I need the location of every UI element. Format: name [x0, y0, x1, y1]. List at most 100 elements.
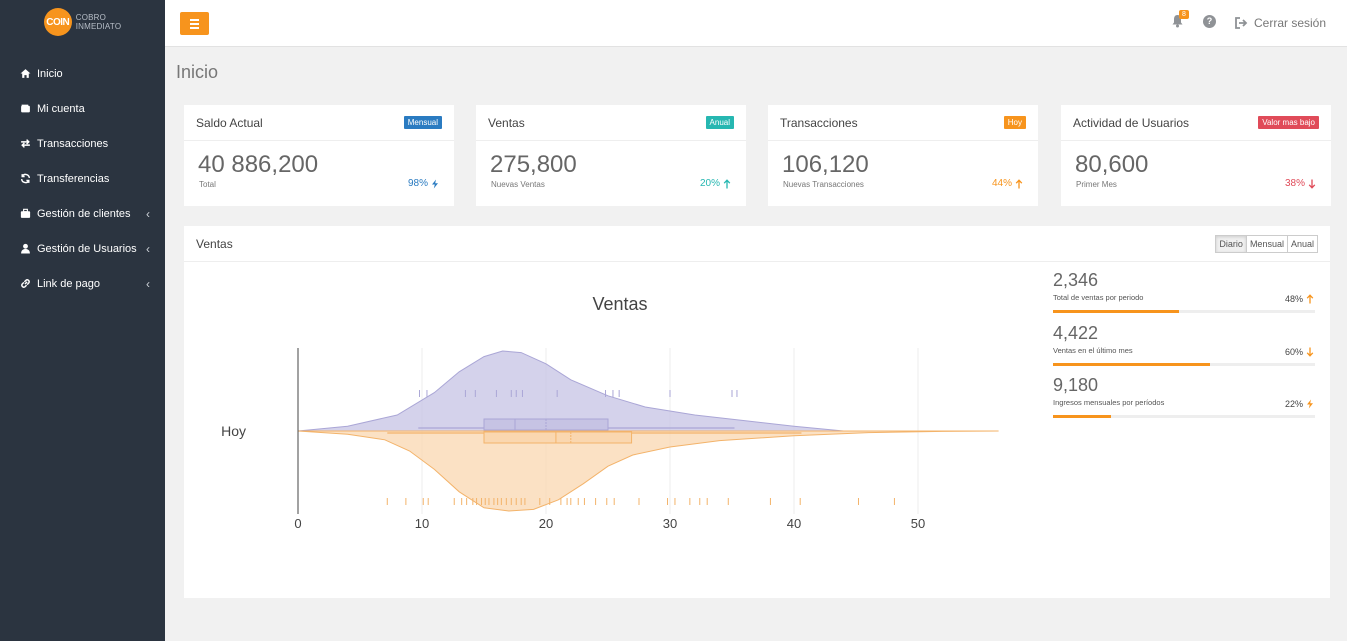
sidebar-item-gestion-de-usuarios[interactable]: Gestión de Usuarios ‹ — [0, 231, 165, 266]
stat-progress-fill — [1053, 362, 1211, 366]
stat-label: Ingresos mensuales por períodos — [1053, 398, 1165, 407]
topbar: 8 ? Cerrar sesión — [165, 0, 1347, 47]
exchange-icon — [20, 139, 30, 148]
card-subtitle: Total — [199, 180, 216, 189]
briefcase-icon — [20, 208, 30, 218]
category-label: Hoy — [221, 423, 246, 439]
stat-card: Saldo Actual Mensual 40 886,200 Total 98… — [184, 105, 454, 206]
chart-title: Ventas — [592, 294, 647, 314]
x-tick-label: 50 — [911, 516, 925, 531]
arrow-up-icon — [723, 178, 731, 188]
logo-text: Cobro Inmediato — [76, 13, 122, 31]
logo-line-1: Cobro — [75, 13, 107, 22]
sidebar-item-label: Inicio — [37, 67, 63, 80]
stat-percent: 22% — [1285, 399, 1315, 409]
stat-value: 9,180 — [1053, 375, 1099, 395]
card-percent: 98% — [408, 178, 440, 189]
period-tabs: Diario Mensual Anual — [1215, 234, 1318, 253]
violin-chart-svg: Ventas Hoy 0 10 20 30 40 50 — [221, 294, 999, 531]
logo-line-2: Inmediato — [75, 22, 122, 31]
card-percent-value: 44% — [991, 178, 1012, 189]
sidebar: COIN Cobro Inmediato Inicio Mi cuenta Tran… — [0, 0, 165, 641]
link-icon — [19, 278, 31, 290]
sales-stat: 4,422 Ventas en el último mes 60% — [1053, 323, 1315, 376]
sidebar-item-label: Gestión de clientes — [37, 207, 131, 220]
user-icon — [19, 243, 31, 255]
chevron-left-icon: ‹ — [146, 277, 150, 291]
stat-progress-bar — [1053, 362, 1315, 366]
user-icon — [20, 243, 30, 254]
tab-anual[interactable]: Anual — [1286, 234, 1318, 253]
tab-mensual[interactable]: Mensual — [1245, 234, 1288, 253]
stat-label: Ventas en el último mes — [1053, 345, 1133, 355]
card-percent: 44% — [992, 178, 1024, 189]
card-subtitle: Nuevas Ventas — [491, 180, 545, 189]
sidebar-item-mi-cuenta[interactable]: Mi cuenta — [0, 91, 165, 126]
bolt-icon — [432, 179, 438, 188]
sidebar-item-gestion-de-clientes[interactable]: Gestión de clientes ‹ — [0, 196, 165, 231]
sidebar-item-label: Transferencias — [37, 172, 110, 185]
sales-stat: 2,346 Total de ventas por periodo 48% — [1053, 270, 1315, 323]
sidebar-item-transacciones[interactable]: Transacciones — [0, 126, 165, 161]
arrow-down-icon — [1306, 347, 1314, 357]
home-icon — [20, 69, 30, 78]
logout-button[interactable]: Cerrar sesión — [1235, 16, 1326, 30]
stat-value: 2,346 — [1053, 270, 1099, 290]
arrow-down-icon — [1308, 179, 1316, 189]
chevron-left-icon: ‹ — [146, 207, 150, 221]
x-tick-label: 20 — [539, 516, 553, 531]
violin-lower — [297, 430, 999, 512]
sales-stat: 9,180 Ingresos mensuales por períodos 22… — [1053, 375, 1315, 428]
sidebar-item-label: Link de pago — [37, 277, 100, 290]
stat-value: 4,422 — [1053, 322, 1099, 343]
card-value: 80,600 — [1075, 151, 1149, 178]
chevron-left-icon: ‹ — [146, 242, 150, 256]
stat-card: Transacciones Hoy 106,120 Nuevas Transac… — [768, 105, 1038, 206]
stat-card: Actividad de Usuarios Valor mas bajo 80,… — [1061, 105, 1331, 206]
briefcase-icon — [19, 208, 31, 220]
stat-percent-value: 48% — [1284, 294, 1303, 304]
menu-toggle-button[interactable] — [180, 12, 209, 35]
card-title: Transacciones — [780, 115, 858, 130]
card-percent: 38% — [1285, 178, 1317, 189]
brand-logo[interactable]: COIN Cobro Inmediato — [0, 0, 165, 44]
link-icon — [20, 279, 30, 288]
card-title: Actividad de Usuarios — [1073, 115, 1190, 130]
stat-progress-bar — [1053, 310, 1315, 313]
stat-progress-fill — [1053, 415, 1111, 418]
refresh-icon — [19, 173, 31, 185]
card-title: Saldo Actual — [196, 115, 263, 130]
refresh-icon — [20, 173, 30, 184]
notification-badge: 8 — [1179, 10, 1189, 19]
x-tick-label: 40 — [787, 516, 801, 531]
card-badge: Hoy — [1003, 116, 1026, 129]
stat-label: Total de ventas por periodo — [1053, 293, 1144, 302]
sidebar-item-link-de-pago[interactable]: Link de pago ‹ — [0, 266, 165, 301]
card-subtitle: Nuevas Transacciones — [783, 180, 864, 189]
sidebar-item-transferencias[interactable]: Transferencias — [0, 161, 165, 196]
sidebar-item-inicio[interactable]: Inicio — [0, 56, 165, 91]
x-tick-label: 0 — [294, 516, 301, 531]
sidebar-nav: Inicio Mi cuenta Transacciones Transferenci… — [0, 56, 165, 301]
card-value: 106,120 — [782, 151, 869, 178]
card-badge: Mensual — [403, 116, 442, 129]
home-icon — [19, 68, 31, 80]
tab-diario[interactable]: Diario — [1215, 234, 1247, 253]
sales-stats: 2,346 Total de ventas por periodo 48% 4,… — [1053, 270, 1315, 428]
arrow-up-icon — [1015, 178, 1023, 188]
card-badge: Valor mas bajo — [1258, 116, 1319, 129]
card-value: 40 886,200 — [198, 151, 319, 178]
stat-percent: 48% — [1285, 294, 1315, 304]
help-icon[interactable]: ? — [1203, 15, 1216, 28]
card-badge: Anual — [705, 116, 734, 129]
card-percent-value: 20% — [699, 178, 720, 189]
wallet-icon — [20, 104, 30, 113]
logo-circle: COIN — [43, 8, 72, 36]
bolt-icon — [1307, 399, 1313, 409]
page-title: Inicio — [176, 62, 219, 82]
card-percent-value: 38% — [1284, 178, 1305, 189]
card-value: 275,800 — [490, 151, 577, 178]
sidebar-item-label: Transacciones — [37, 137, 109, 150]
x-tick-label: 10 — [415, 516, 429, 531]
card-title: Ventas — [488, 115, 525, 130]
